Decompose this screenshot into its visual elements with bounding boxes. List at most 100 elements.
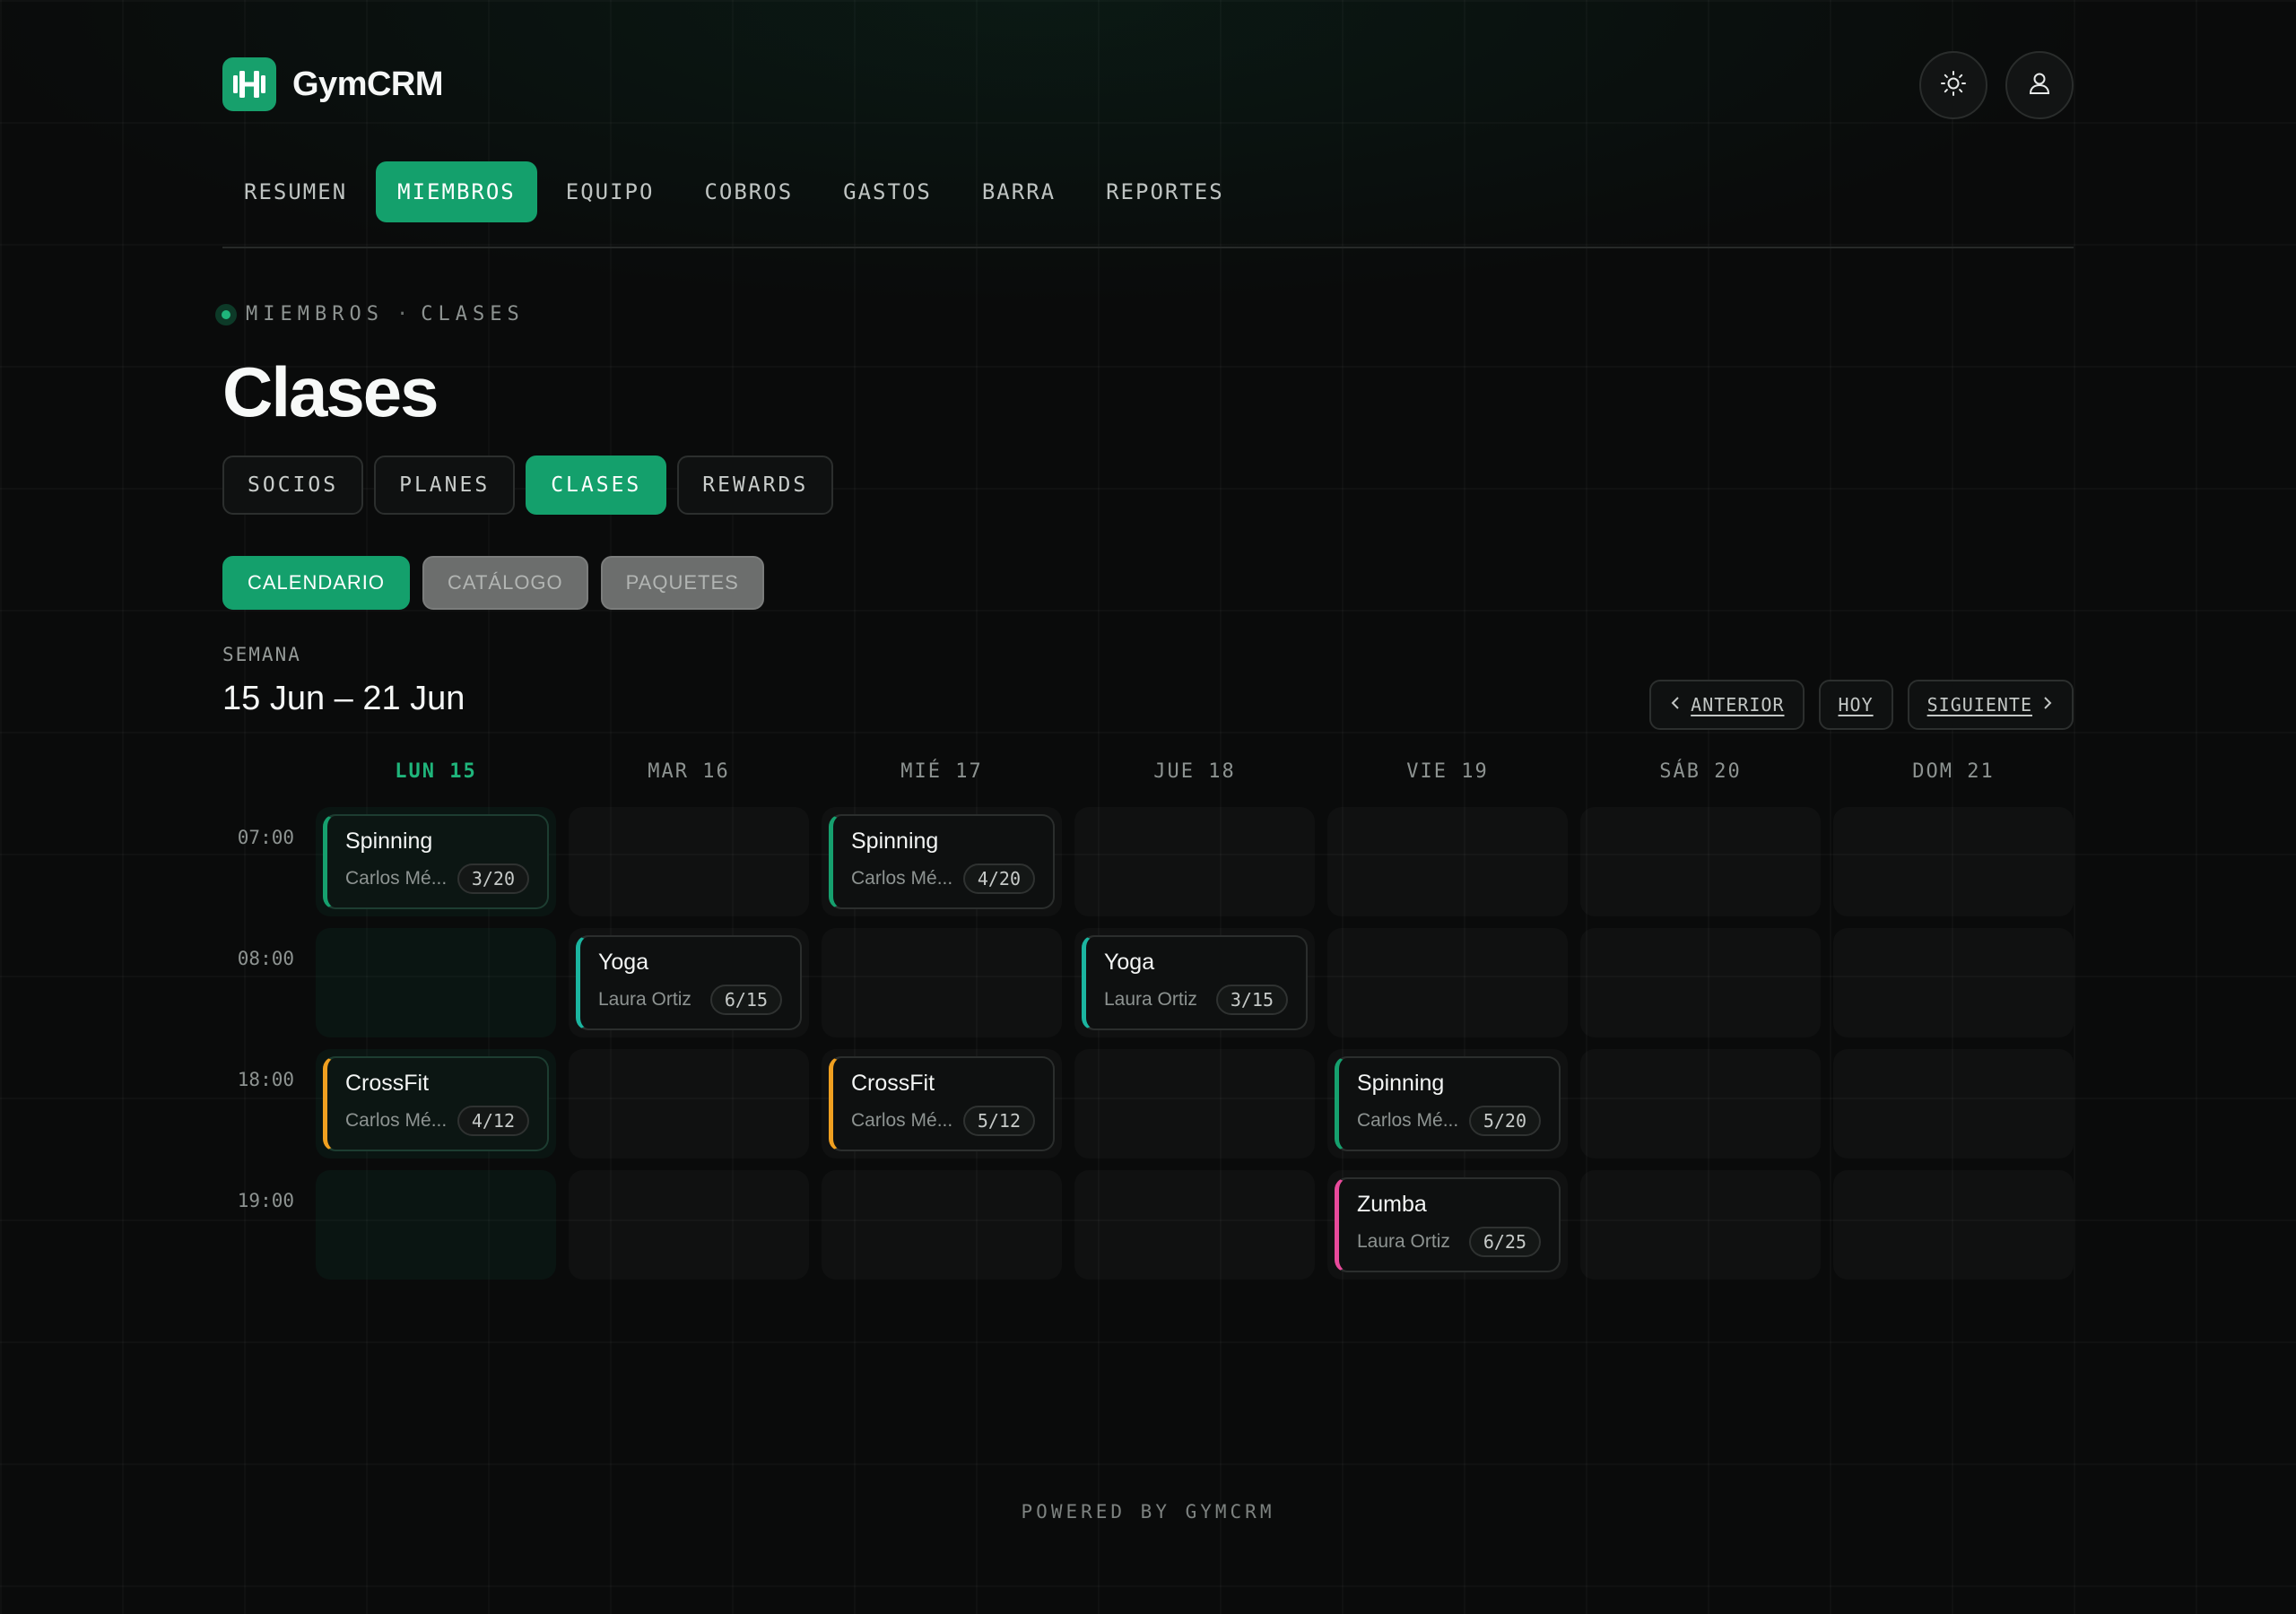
calendar-cell[interactable] — [1074, 1170, 1315, 1280]
calendar-cell[interactable]: Zumba Laura Ortiz 6/25 — [1327, 1170, 1568, 1280]
chevron-right-icon — [2041, 694, 2054, 716]
calendar-cell[interactable] — [569, 1170, 809, 1280]
class-event-card[interactable]: Yoga Laura Ortiz 3/15 — [1082, 935, 1308, 1030]
calendar-cell[interactable] — [1833, 928, 2074, 1037]
today-label: HOY — [1838, 694, 1874, 716]
theme-toggle-button[interactable] — [1919, 51, 1987, 119]
class-event-card[interactable]: Zumba Laura Ortiz 6/25 — [1335, 1177, 1561, 1272]
calendar-cell[interactable] — [1580, 1049, 1821, 1158]
today-button[interactable]: HOY — [1818, 680, 1893, 730]
class-event-card[interactable]: Yoga Laura Ortiz 6/15 — [576, 935, 802, 1030]
calendar-cell[interactable] — [1580, 1170, 1821, 1280]
account-button[interactable] — [2005, 51, 2074, 119]
view-calendar-button[interactable]: CALENDARIO — [222, 556, 411, 610]
week-navigation: ANTERIOR HOY SIGUIENTE — [1649, 680, 2074, 730]
calendar-cell[interactable] — [1074, 807, 1315, 916]
breadcrumb-current: CLASES — [421, 303, 525, 325]
calendar-cell[interactable] — [1833, 1170, 2074, 1280]
class-details: Laura Ortiz 6/25 — [1357, 1227, 1541, 1257]
week-range: 15 Jun – 21 Jun — [222, 680, 465, 717]
class-instructor: Carlos Mé... — [851, 868, 953, 889]
class-name: Spinning — [345, 829, 433, 854]
dumbbell-icon — [222, 57, 276, 111]
tab-clases[interactable]: CLASES — [526, 456, 667, 515]
time-slot-label: 08:00 — [237, 948, 294, 969]
class-details: Carlos Mé... 5/12 — [851, 1106, 1035, 1136]
calendar-cell[interactable]: CrossFit Carlos Mé... 4/12 — [316, 1049, 556, 1158]
calendar-cell[interactable]: Yoga Laura Ortiz 3/15 — [1074, 928, 1315, 1037]
calendar-cell[interactable] — [1327, 928, 1568, 1037]
calendar-cell[interactable]: CrossFit Carlos Mé... 5/12 — [822, 1049, 1062, 1158]
view-toggle: CALENDARIO CATÁLOGO PAQUETES — [222, 556, 764, 610]
section-tabs: SOCIOS PLANES CLASES REWARDS — [222, 456, 834, 515]
calendar-cell[interactable]: Spinning Carlos Mé... 4/20 — [822, 807, 1062, 916]
tab-planes[interactable]: PLANES — [374, 456, 516, 515]
class-name: Spinning — [1357, 1071, 1445, 1096]
nav-item-resumen[interactable]: RESUMEN — [222, 161, 369, 222]
status-dot-icon — [215, 303, 237, 325]
footer: POWERED BY GYMCRM — [1021, 1501, 1275, 1523]
calendar-cell[interactable] — [1833, 807, 2074, 916]
calendar-cell[interactable] — [1074, 1049, 1315, 1158]
brand[interactable]: GymCRM — [222, 57, 444, 111]
day-header: VIE 19 — [1406, 760, 1489, 783]
view-packages-button[interactable]: PAQUETES — [600, 556, 764, 610]
class-instructor: Carlos Mé... — [851, 1110, 953, 1131]
calendar-cell[interactable] — [569, 1049, 809, 1158]
nav-item-barra[interactable]: BARRA — [961, 161, 1077, 222]
nav-item-reportes[interactable]: REPORTES — [1084, 161, 1246, 222]
page-title: Clases — [222, 352, 439, 431]
class-capacity-badge: 6/25 — [1468, 1227, 1541, 1257]
day-header: MAR 16 — [648, 760, 730, 783]
breadcrumb-parent[interactable]: MIEMBROS — [246, 303, 384, 325]
class-instructor: Carlos Mé... — [345, 868, 448, 889]
nav-item-gastos[interactable]: GASTOS — [822, 161, 953, 222]
class-name: Yoga — [1104, 950, 1155, 975]
nav-item-cobros[interactable]: COBROS — [683, 161, 814, 222]
view-catalog-button[interactable]: CATÁLOGO — [422, 556, 588, 610]
class-details: Laura Ortiz 3/15 — [1104, 985, 1288, 1015]
calendar-cell[interactable]: Yoga Laura Ortiz 6/15 — [569, 928, 809, 1037]
calendar-cell[interactable] — [316, 1170, 556, 1280]
main-nav: RESUMEN MIEMBROS EQUIPO COBROS GASTOS BARRA RE… — [222, 161, 1246, 222]
breadcrumb: MIEMBROS · CLASES — [215, 303, 525, 325]
chevron-left-icon — [1669, 694, 1682, 716]
class-event-card[interactable]: Spinning Carlos Mé... 5/20 — [1335, 1056, 1561, 1151]
class-name: CrossFit — [851, 1071, 935, 1096]
calendar-cell[interactable] — [1833, 1049, 2074, 1158]
previous-week-button[interactable]: ANTERIOR — [1649, 680, 1805, 730]
class-event-card[interactable]: Spinning Carlos Mé... 4/20 — [829, 814, 1055, 909]
class-name: CrossFit — [345, 1071, 430, 1096]
class-capacity-badge: 3/15 — [1215, 985, 1288, 1015]
calendar-cell[interactable] — [1580, 928, 1821, 1037]
time-slot-label: 18:00 — [237, 1069, 294, 1090]
next-week-label: SIGUIENTE — [1926, 694, 2032, 716]
calendar-cell[interactable] — [569, 807, 809, 916]
nav-item-miembros[interactable]: MIEMBROS — [376, 161, 537, 222]
nav-item-equipo[interactable]: EQUIPO — [544, 161, 676, 222]
next-week-button[interactable]: SIGUIENTE — [1907, 680, 2074, 730]
tab-socios[interactable]: SOCIOS — [222, 456, 364, 515]
calendar-cell[interactable] — [316, 928, 556, 1037]
class-capacity-badge: 5/12 — [962, 1106, 1035, 1136]
tab-rewards[interactable]: REWARDS — [677, 456, 834, 515]
calendar-cell[interactable] — [1580, 807, 1821, 916]
class-capacity-badge: 6/15 — [709, 985, 782, 1015]
class-instructor: Laura Ortiz — [1104, 989, 1197, 1010]
previous-week-label: ANTERIOR — [1691, 694, 1785, 716]
class-event-card[interactable]: CrossFit Carlos Mé... 4/12 — [323, 1056, 549, 1151]
class-event-card[interactable]: Spinning Carlos Mé... 3/20 — [323, 814, 549, 909]
calendar-cell[interactable] — [1327, 807, 1568, 916]
class-event-card[interactable]: CrossFit Carlos Mé... 5/12 — [829, 1056, 1055, 1151]
calendar-cell[interactable] — [822, 1170, 1062, 1280]
calendar-cell[interactable] — [822, 928, 1062, 1037]
class-name: Yoga — [598, 950, 649, 975]
nav-divider — [222, 247, 2074, 248]
time-slot-label: 19:00 — [237, 1190, 294, 1211]
class-instructor: Carlos Mé... — [1357, 1110, 1459, 1131]
calendar-cell[interactable]: Spinning Carlos Mé... 3/20 — [316, 807, 556, 916]
class-details: Laura Ortiz 6/15 — [598, 985, 782, 1015]
time-slot-label: 07:00 — [237, 827, 294, 848]
day-headers: LUN 15 MAR 16 MIÉ 17 JUE 18 VIE 19 SÁB 20 DOM … — [316, 760, 2074, 787]
calendar-cell[interactable]: Spinning Carlos Mé... 5/20 — [1327, 1049, 1568, 1158]
